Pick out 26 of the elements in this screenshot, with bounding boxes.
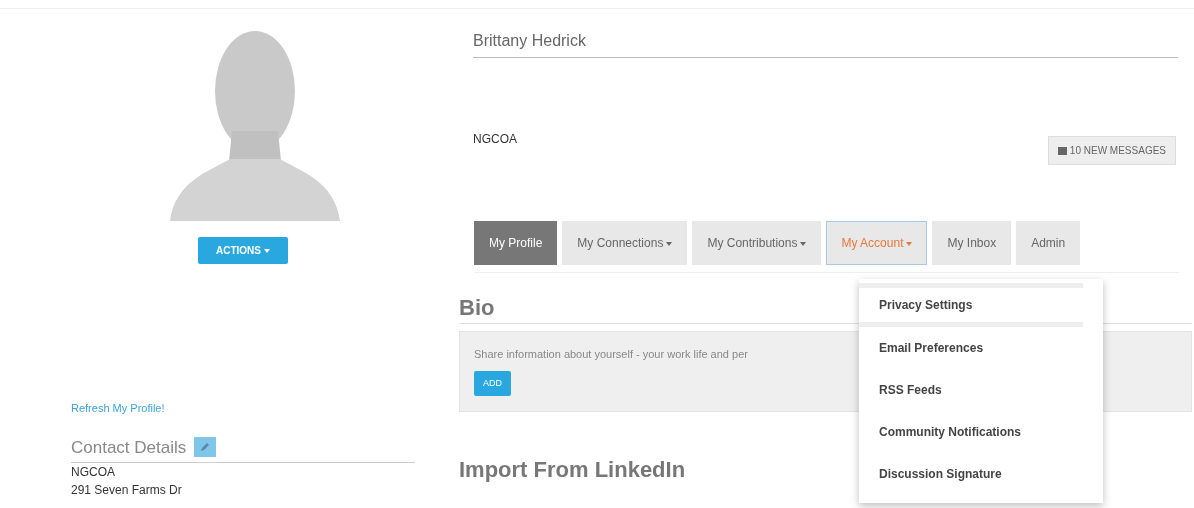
contact-line: 291 Seven Farms Dr: [71, 482, 183, 499]
nav-tab[interactable]: My Inbox: [932, 221, 1012, 265]
menu-item[interactable]: Email Preferences: [859, 327, 1103, 369]
messages-button[interactable]: 10 NEW MESSAGES: [1047, 136, 1176, 165]
nav-tab[interactable]: My Profile: [474, 221, 558, 265]
menu-item[interactable]: RSS Feeds: [859, 369, 1103, 411]
refresh-profile-link[interactable]: Refresh My Profile!: [71, 400, 415, 417]
nav-tab[interactable]: My Connections: [562, 221, 688, 265]
nav-tab[interactable]: Admin: [1016, 221, 1081, 265]
bio-text: Share information about yourself - your work life and per: [474, 347, 748, 363]
pencil-icon: [200, 442, 211, 453]
menu-item[interactable]: Discussion Signature: [859, 453, 1103, 495]
contact-line: NGCOA: [71, 464, 116, 481]
caret-icon: [666, 241, 673, 246]
caret-icon: [264, 249, 270, 254]
contact-details-heading: Contact Details: [71, 436, 187, 459]
menu-item[interactable]: Community Notifications: [859, 411, 1103, 453]
edit-button[interactable]: [194, 437, 217, 458]
nav-tab[interactable]: My Contributions: [692, 221, 822, 265]
add-button[interactable]: ADD: [474, 370, 511, 397]
caret-icon: [800, 241, 807, 246]
organization-text: NGCOA: [473, 131, 517, 148]
linkedin-heading: Import From LinkedIn: [459, 458, 686, 483]
caret-icon: [906, 241, 913, 246]
actions-button[interactable]: ACTIONS: [198, 237, 288, 264]
menu-item[interactable]: Privacy Settings: [859, 283, 1083, 327]
